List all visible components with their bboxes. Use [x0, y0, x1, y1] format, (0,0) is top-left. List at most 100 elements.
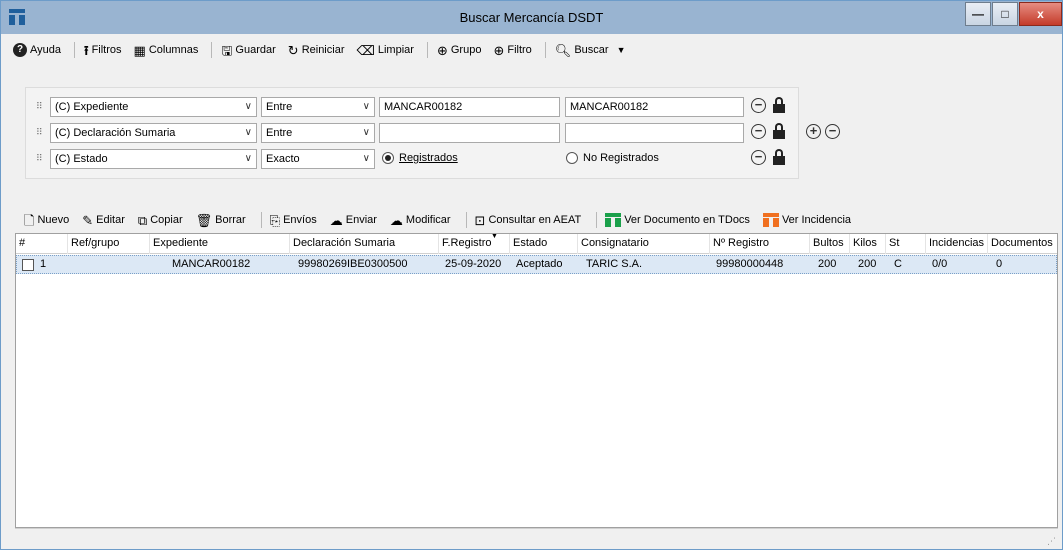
filter-row-expediente: ⠿ (C) Expediente ∨ Entre ∨ MANCAR00182 M… — [26, 96, 796, 118]
grupo-label: Grupo — [450, 44, 482, 56]
consultar-aeat-button[interactable]: ⊡ Consultar en AEAT — [472, 210, 585, 230]
columns-grid-icon: ▦ — [133, 42, 146, 58]
radio-no-registrados-label: No Registrados — [583, 152, 659, 164]
minimize-button[interactable]: — — [965, 2, 991, 26]
filter-operator-select[interactable]: Exacto ∨ — [261, 149, 375, 169]
buscar-button[interactable]: 🔍︎ Buscar ▼ — [551, 39, 630, 61]
modificar-button[interactable]: ☁ Modificar — [387, 210, 454, 230]
filter-value-to-input[interactable]: MANCAR00182 — [565, 97, 744, 117]
header-num[interactable]: # — [16, 234, 68, 254]
header-documentos[interactable]: Documentos — [988, 234, 1057, 254]
window-title: Buscar Mercancía DSDT — [459, 10, 604, 25]
cell-documentos: 0 — [996, 258, 1003, 270]
row-checkbox[interactable] — [22, 259, 34, 271]
nuevo-label: Nuevo — [37, 214, 70, 226]
filter-value-to-input[interactable] — [565, 123, 744, 143]
remove-filter-minus-icon[interactable]: − — [751, 124, 766, 139]
nuevo-button[interactable]: 🗋 Nuevo — [21, 210, 72, 230]
chevron-down-icon: ∨ — [362, 127, 370, 138]
filter-field-value: (C) Declaración Sumaria — [55, 127, 176, 139]
ver-incidencia-button[interactable]: Ver Incidencia — [760, 210, 854, 230]
lock-open-icon[interactable] — [772, 149, 786, 167]
remove-filter-minus-icon[interactable]: − — [751, 98, 766, 113]
remove-group-minus-icon[interactable]: − — [825, 124, 840, 139]
ayuda-button[interactable]: ? Ayuda — [9, 39, 65, 61]
filtros-button[interactable]: ⭱ Filtros — [80, 39, 126, 61]
dropdown-arrow-icon[interactable]: ▼ — [617, 45, 626, 55]
drag-handle-icon[interactable]: ⠿ — [36, 153, 43, 164]
filter-field-value: (C) Expediente — [55, 101, 129, 113]
separator — [426, 42, 428, 58]
filter-field-value: (C) Estado — [55, 153, 108, 165]
limpiar-button[interactable]: ⌫ Limpiar — [352, 39, 417, 61]
filter-field-select[interactable]: (C) Expediente ∨ — [50, 97, 257, 117]
editar-button[interactable]: ✎ Editar — [79, 210, 128, 230]
header-fregistro[interactable]: F.Registro — [439, 234, 510, 254]
header-estado[interactable]: Estado — [510, 234, 578, 254]
upload-arrow-icon: ⭱ — [84, 42, 89, 58]
drag-handle-icon[interactable]: ⠿ — [36, 101, 43, 112]
radio-no-registrados[interactable]: No Registrados — [566, 152, 659, 164]
header-incidencias[interactable]: Incidencias — [926, 234, 988, 254]
radio-registrados[interactable]: Registrados — [382, 152, 458, 164]
header-bultos[interactable]: Bultos — [810, 234, 850, 254]
separator — [260, 212, 262, 228]
header-fregistro-label: F.Registro — [442, 237, 492, 249]
ver-documento-button[interactable]: Ver Documento en TDocs — [602, 210, 753, 230]
drag-handle-icon[interactable]: ⠿ — [36, 127, 43, 138]
filter-panel: ⠿ (C) Expediente ∨ Entre ∨ MANCAR00182 M… — [25, 87, 840, 179]
reiniciar-label: Reiniciar — [301, 44, 345, 56]
header-kilos[interactable]: Kilos — [850, 234, 886, 254]
cell-incidencias: 0/0 — [932, 258, 948, 270]
separator — [465, 212, 467, 228]
filtro-label: Filtro — [507, 44, 532, 56]
buscar-label: Buscar — [574, 44, 609, 56]
filter-operator-value: Entre — [266, 101, 293, 113]
filter-value-from-input[interactable]: MANCAR00182 — [379, 97, 560, 117]
lock-open-icon[interactable] — [772, 123, 786, 141]
copiar-label: Copiar — [150, 214, 183, 226]
columnas-button[interactable]: ▦ Columnas — [130, 39, 203, 61]
enviar-button[interactable]: ☁ Enviar — [327, 210, 380, 230]
header-ref[interactable]: Ref/grupo — [68, 234, 150, 254]
filter-value-from-input[interactable] — [379, 123, 560, 143]
filter-field-select[interactable]: (C) Declaración Sumaria ∨ — [50, 123, 257, 143]
actions-toolbar: 🗋 Nuevo ✎ Editar ⧉ Copiar 🗑︎ Borrar ⎘ En… — [21, 209, 1051, 231]
filter-operator-select[interactable]: Entre ∨ — [261, 97, 375, 117]
close-button[interactable]: x — [1019, 2, 1062, 26]
trash-icon: 🗑︎ — [195, 212, 213, 228]
borrar-button[interactable]: 🗑︎ Borrar — [193, 210, 249, 230]
chevron-down-icon: ∨ — [362, 153, 370, 164]
envios-label: Envíos — [283, 214, 317, 226]
header-consignatario[interactable]: Consignatario — [578, 234, 710, 254]
shipments-icon: ⎘ — [269, 212, 281, 228]
grupo-button[interactable]: ⊕ Grupo — [433, 39, 485, 61]
header-declaracion[interactable]: Declaración Sumaria — [290, 234, 439, 254]
filter-row-declaracion: ⠿ (C) Declaración Sumaria ∨ Entre ∨ − + … — [26, 122, 840, 144]
menu-toolbar: ? Ayuda ⭱ Filtros ▦ Columnas 🖫 Guardar ↻… — [9, 35, 1054, 65]
filter-operator-select[interactable]: Entre ∨ — [261, 123, 375, 143]
title-bar[interactable]: Buscar Mercancía DSDT — □ x — [1, 1, 1062, 34]
reiniciar-button[interactable]: ↻ Reiniciar — [284, 39, 349, 61]
header-nregistro[interactable]: Nº Registro — [710, 234, 810, 254]
filter-field-select[interactable]: (C) Estado ∨ — [50, 149, 257, 169]
chevron-down-icon: ∨ — [244, 101, 252, 112]
maximize-button[interactable]: □ — [992, 2, 1018, 26]
guardar-button[interactable]: 🖫 Guardar — [217, 39, 279, 61]
filter-operator-value: Exacto — [266, 153, 300, 165]
add-filter-plus-icon[interactable]: + — [806, 124, 821, 139]
filtro-button[interactable]: ⊕ Filtro — [489, 39, 535, 61]
copy-icon: ⧉ — [137, 212, 148, 228]
header-expediente[interactable]: Expediente — [150, 234, 290, 254]
envios-button[interactable]: ⎘ Envíos — [267, 210, 320, 230]
lock-open-icon[interactable] — [772, 97, 786, 115]
remove-filter-minus-icon[interactable]: − — [751, 150, 766, 165]
table-row[interactable]: 1 MANCAR00182 99980269IBE0300500 25-09-2… — [16, 255, 1057, 274]
borrar-label: Borrar — [215, 214, 246, 226]
separator — [74, 42, 75, 58]
web-query-icon: ⊡ — [474, 212, 486, 228]
copiar-button[interactable]: ⧉ Copiar — [135, 210, 186, 230]
header-st[interactable]: St — [886, 234, 926, 254]
resize-grip-icon[interactable]: ⋰ — [1047, 536, 1056, 547]
radio-selected-icon — [382, 152, 394, 164]
